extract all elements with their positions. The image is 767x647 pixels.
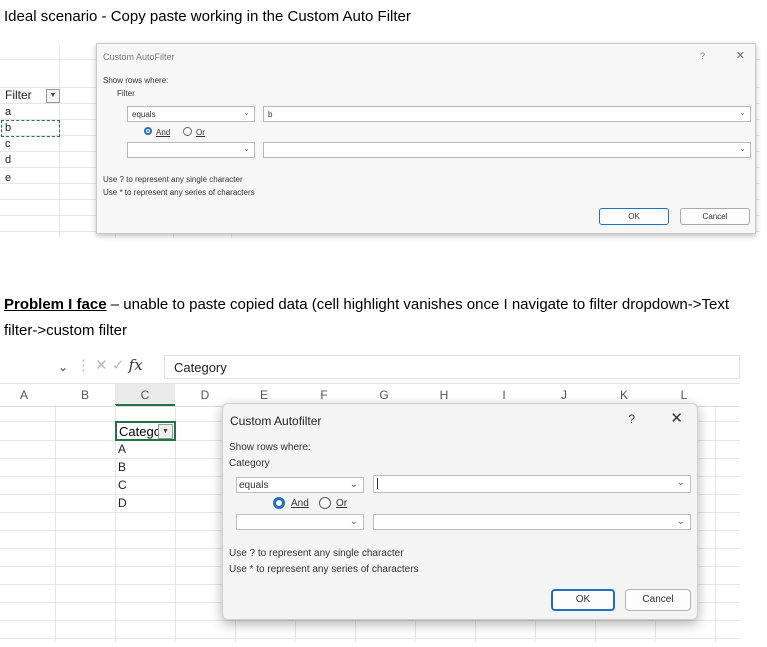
formula-bar: ⌄ ⋮ ✕ ✓ fx Category — [0, 352, 740, 382]
chevron-down-icon: ⌄ — [739, 144, 746, 153]
col-header-h[interactable]: H — [434, 388, 454, 402]
and-label: And — [156, 128, 171, 137]
text-cursor — [377, 478, 378, 489]
col-header-c[interactable]: C — [135, 388, 155, 402]
cell-c[interactable]: c — [5, 138, 11, 150]
chevron-down-icon: ⌄ — [739, 108, 746, 117]
and-radio[interactable] — [144, 127, 152, 135]
col-header-k[interactable]: K — [614, 388, 634, 402]
heading-ideal-scenario: Ideal scenario - Copy paste working in t… — [4, 8, 411, 25]
cell-C[interactable]: C — [118, 478, 127, 492]
cell-b[interactable]: b — [5, 122, 11, 134]
filter-dropdown-button[interactable]: ▼ — [158, 424, 173, 439]
close-button[interactable]: ✕ — [670, 409, 683, 427]
cancel-button[interactable]: Cancel — [680, 208, 750, 225]
cell-B[interactable]: B — [118, 460, 126, 474]
dialog-title: Custom Autofilter — [230, 414, 322, 428]
name-box[interactable]: ⌄ — [0, 358, 70, 378]
chevron-down-icon: ⌄ — [349, 479, 358, 490]
col-header-d[interactable]: D — [195, 388, 215, 402]
and-label: And — [291, 498, 309, 509]
cell-d[interactable]: d — [5, 154, 11, 166]
custom-autofilter-dialog-ideal: Custom AutoFilter ? ✕ Show rows where: F… — [96, 43, 756, 234]
col-header-l[interactable]: L — [674, 388, 694, 402]
or-label: Or — [336, 498, 348, 509]
chevron-down-icon: ⌄ — [243, 108, 250, 117]
cell-e[interactable]: e — [5, 172, 11, 184]
operator-select-2[interactable]: ⌄ — [236, 514, 364, 530]
value-combo-2[interactable]: ⌄ — [373, 514, 691, 530]
hint-series-chars: Use * to represent any series of charact… — [103, 188, 255, 197]
active-cell-category[interactable]: Categor ▼ — [115, 421, 176, 441]
cell-A[interactable]: A — [118, 442, 126, 456]
col-header-i[interactable]: I — [494, 388, 514, 402]
hint-single-char: Use ? to represent any single character — [229, 548, 404, 559]
cancel-icon[interactable]: ✕ — [95, 357, 108, 374]
field-name-label: Category — [229, 458, 270, 469]
filter-header-cell[interactable]: Filter — [5, 88, 32, 102]
col-header-b[interactable]: B — [75, 388, 95, 402]
col-header-f[interactable]: F — [314, 388, 334, 402]
custom-autofilter-dialog-problem: Custom Autofilter ? ✕ Show rows where: C… — [222, 403, 698, 620]
or-radio[interactable] — [319, 497, 331, 509]
and-radio[interactable] — [273, 497, 285, 509]
operator-select-1[interactable]: equals ⌄ — [236, 477, 364, 493]
hint-series-chars: Use * to represent any series of charact… — [229, 564, 419, 575]
show-rows-label: Show rows where: — [229, 442, 311, 453]
chevron-down-icon: ⌄ — [676, 516, 685, 527]
filter-dropdown-button[interactable]: ▼ — [46, 89, 60, 103]
cancel-button[interactable]: Cancel — [625, 589, 691, 611]
close-button[interactable]: ✕ — [736, 49, 745, 62]
dialog-title: Custom AutoFilter — [103, 52, 175, 62]
value-combo-2[interactable]: ⌄ — [263, 142, 751, 158]
help-button[interactable]: ? — [700, 51, 705, 61]
hint-single-char: Use ? to represent any single character — [103, 175, 243, 184]
col-header-e[interactable]: E — [254, 388, 274, 402]
field-name-label: Filter — [117, 89, 135, 98]
chevron-down-icon: ⌄ — [243, 144, 250, 153]
chevron-down-icon: ⌄ — [349, 516, 358, 527]
ok-button[interactable]: OK — [599, 208, 669, 225]
col-header-g[interactable]: G — [374, 388, 394, 402]
col-header-j[interactable]: J — [554, 388, 574, 402]
ok-button[interactable]: OK — [551, 589, 615, 611]
operator-select-2[interactable]: ⌄ — [127, 142, 255, 158]
insert-function-icon[interactable]: fx — [129, 356, 143, 374]
or-label: Or — [196, 128, 205, 137]
more-icon: ⋮ — [76, 357, 91, 374]
value-combo-1[interactable]: ⌄ — [373, 475, 691, 493]
chevron-down-icon: ⌄ — [58, 360, 69, 374]
operator-select-1[interactable]: equals ⌄ — [127, 106, 255, 122]
enter-icon[interactable]: ✓ — [112, 357, 125, 374]
problem-text: – unable to paste copied data (cell high… — [4, 296, 730, 339]
formula-input[interactable]: Category — [164, 355, 740, 379]
value-combo-1[interactable]: b ⌄ — [263, 106, 751, 122]
problem-lead: Problem I face — [4, 296, 107, 313]
chevron-down-icon: ⌄ — [676, 477, 685, 488]
cell-D[interactable]: D — [118, 496, 127, 510]
help-button[interactable]: ? — [628, 412, 635, 426]
problem-description: Problem I face – unable to paste copied … — [4, 292, 764, 344]
or-radio[interactable] — [183, 127, 192, 136]
col-header-a[interactable]: A — [14, 388, 34, 402]
show-rows-label: Show rows where: — [103, 76, 169, 85]
cell-a[interactable]: a — [5, 106, 11, 118]
